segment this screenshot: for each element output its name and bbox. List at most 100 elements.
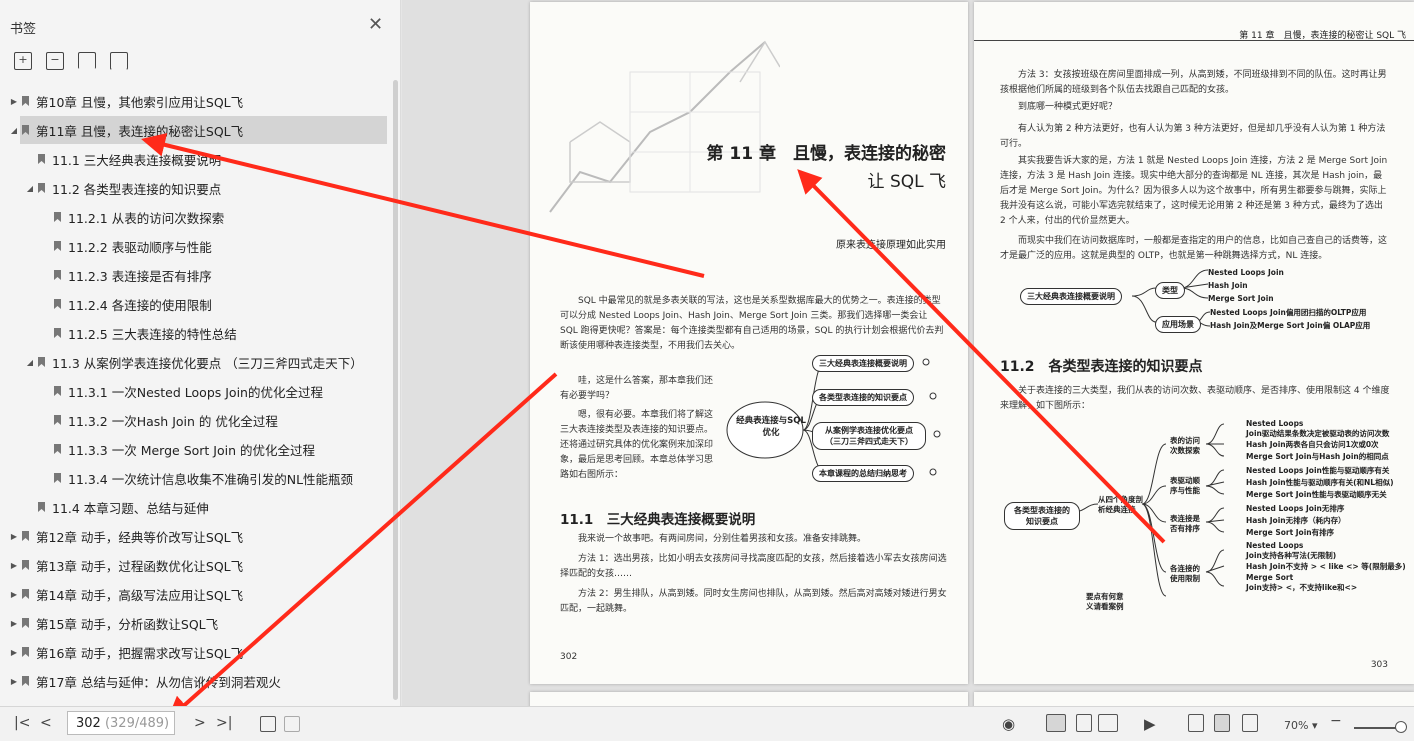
bookmark-item[interactable]: 11.3.4 一次统计信息收集不准确引发的NL性能瓶颈 — [0, 464, 390, 492]
section-11-2-intro: 关于表连接的三大类型，我们从表的访问次数、表驱动顺序、是否排序、使用限制这 4 … — [1000, 386, 1390, 411]
expand-toggle-icon[interactable]: ◢ — [26, 358, 34, 367]
bookmark-item[interactable]: 11.2.2 表驱动顺序与性能 — [0, 232, 390, 260]
mindmap-2-leaf: Join支持各种写法(无限制) — [1246, 551, 1337, 560]
play-icon[interactable]: ▶ — [1144, 715, 1156, 733]
bookmark-panel: 书签 ✕ + − ▶ 第10章 且慢，其他索引应用让SQL飞 ◢ 第11章 且慢，表连… — [0, 0, 401, 706]
mindmap-node-4: 本章课程的总结归纳思考 — [812, 465, 914, 482]
eye-icon[interactable]: ◉ — [1002, 715, 1015, 733]
bookmark-plus-icon[interactable] — [78, 52, 96, 69]
mindmap-node-2: 各类型表连接的知识要点 — [812, 389, 914, 406]
fit-page-icon[interactable] — [1214, 714, 1230, 732]
bookmark-item[interactable]: ▶ 第10章 且慢，其他索引应用让SQL飞 — [0, 87, 390, 115]
mindmap-1-type-hash: Hash Join — [1208, 281, 1248, 290]
expand-toggle-icon[interactable]: ▶ — [10, 97, 18, 106]
bookmark-item[interactable]: ▶ 第15章 动手，分析函数让SQL飞 — [0, 609, 390, 637]
intro-paragraph-3: 嗯，很有必要。本章我们将了解这三大表连接类型及表连接的知识要点。还将通过研究具体… — [560, 410, 714, 480]
page-number-left: 302 — [560, 652, 578, 662]
bookmark-item[interactable]: ▶ 第12章 动手，经典等价改写让SQL飞 — [0, 522, 390, 550]
section-paragraph-2: 方法 1：选出男孩，比如小明去女孩房间寻找高度匹配的女孩，然后接着选小军去女孩房… — [560, 554, 947, 579]
bookmark-label: 11.4 本章习题、总结与延伸 — [52, 500, 209, 516]
expand-toggle-icon[interactable]: ▶ — [10, 677, 18, 686]
fit-width-icon[interactable] — [1242, 714, 1258, 732]
bookmark-scrollbar[interactable] — [393, 80, 398, 700]
last-page-icon[interactable]: >| — [216, 715, 232, 731]
chapter-title-line1: 第 11 章 且慢，表连接的秘密 — [706, 144, 947, 164]
bookmark-item[interactable]: 11.2.3 表连接是否有排序 — [0, 261, 390, 289]
mindmap-node-1: 三大经典表连接概要说明 — [812, 355, 914, 372]
mindmap-2-leaf: Merge Sort Join性能与表驱动顺序无关 — [1246, 490, 1387, 499]
zoom-level[interactable]: 70% ▾ — [1284, 719, 1317, 732]
bookmark-icon — [22, 589, 29, 599]
chapter-subtitle: 原来表连接原理如此实用 — [836, 240, 946, 251]
expand-toggle-icon[interactable]: ◢ — [26, 184, 34, 193]
paragraph-opinions: 有人认为第 2 种方法更好，也有人认为第 3 种方法更好，但是却几乎没有人认为第… — [1000, 124, 1386, 149]
zoom-slider-knob[interactable] — [1395, 721, 1407, 733]
expand-toggle-icon[interactable]: ▶ — [10, 590, 18, 599]
chapter-title: 第 11 章 且慢，表连接的秘密 让 SQL 飞 — [707, 140, 947, 196]
mindmap-1-type-merge: Merge Sort Join — [1208, 294, 1274, 303]
bookmark-item[interactable]: ◢ 第11章 且慢，表连接的秘密让SQL飞 — [0, 116, 390, 144]
rotate-right-icon[interactable] — [284, 716, 300, 732]
expand-toggle-icon[interactable]: ▶ — [10, 532, 18, 541]
paragraph-method-3: 方法 3：女孩按班级在房间里面排成一列，从高到矮，不同班级排到不同的队伍。这时再… — [1000, 70, 1387, 95]
bookmark-icon — [54, 444, 61, 454]
bookmark-item[interactable]: ▶ 第14章 动手，高级写法应用让SQL飞 — [0, 580, 390, 608]
document-viewer[interactable]: 第 11 章 且慢，表连接的秘密 让 SQL 飞 原来表连接原理如此实用 SQL… — [402, 0, 1414, 706]
bookmark-icon — [38, 357, 45, 367]
prev-page-icon[interactable]: < — [40, 715, 52, 731]
chapter-illustration — [549, 40, 780, 213]
bookmark-icon — [38, 154, 45, 164]
mindmap-2-leaf: Merge Sort Join与Hash Join的相同点 — [1246, 452, 1389, 461]
bookmark-label: 11.2.5 三大表连接的特性总结 — [68, 326, 237, 342]
bookmark-label: 11.2.2 表驱动顺序与性能 — [68, 239, 212, 255]
expand-toggle-icon[interactable]: ▶ — [10, 619, 18, 628]
page-302: 第 11 章 且慢，表连接的秘密 让 SQL 飞 原来表连接原理如此实用 SQL… — [530, 2, 968, 684]
bookmark-icon[interactable] — [110, 52, 128, 70]
continuous-icon[interactable] — [1076, 714, 1092, 732]
bookmark-item[interactable]: ▶ 第17章 总结与延伸：从勿信讹传到洞若观火 — [0, 667, 390, 695]
running-head-rule — [974, 40, 1414, 41]
zoom-out-icon[interactable]: − — [1330, 713, 1342, 729]
bookmark-panel-title: 书签 — [10, 22, 37, 37]
next-page-left-edge — [530, 692, 968, 706]
mindmap-1-scene-olap: Hash Join及Merge Sort Join偏 OLAP应用 — [1210, 321, 1371, 330]
remove-bookmark-icon[interactable]: − — [46, 52, 64, 70]
bookmark-icon — [38, 502, 45, 512]
bookmark-item[interactable]: 11.3.1 一次Nested Loops Join的优化全过程 — [0, 377, 390, 405]
bookmark-item[interactable]: ◢ 11.3 从案例学表连接优化要点 （三刀三斧四式走天下） — [0, 348, 390, 376]
intro-paragraph-1: SQL 中最常见的就是多表关联的写法，这也是关系型数据库最大的优势之一。表连接的… — [560, 296, 944, 351]
next-page-icon[interactable]: > — [194, 715, 206, 731]
mindmap-2-leaf: Nested Loops Join性能与驱动顺序有关 — [1246, 466, 1390, 475]
mindmap-2-leaf: Nested Loops — [1246, 419, 1304, 428]
bookmark-item[interactable]: 11.2.5 三大表连接的特性总结 — [0, 319, 390, 347]
single-page-icon[interactable] — [1046, 714, 1066, 732]
two-page-icon[interactable] — [1098, 714, 1118, 732]
actual-size-icon[interactable] — [1188, 714, 1204, 732]
bookmark-label: 第12章 动手，经典等价改写让SQL飞 — [36, 529, 244, 545]
mindmap-2-branch-2: 表驱动顺序与性能 — [1170, 476, 1200, 495]
bookmark-item[interactable]: ▶ 第16章 动手，把握需求改写让SQL飞 — [0, 638, 390, 666]
mindmap-2-root: 各类型表连接的知识要点 — [1004, 502, 1080, 530]
page-number-input[interactable]: 302 (329/489) — [67, 711, 175, 735]
add-bookmark-icon[interactable]: + — [14, 52, 32, 70]
bookmark-item[interactable]: 11.3.3 一次 Merge Sort Join 的优化全过程 — [0, 435, 390, 463]
zoom-value: 70% — [1284, 719, 1309, 732]
expand-toggle-icon[interactable]: ▶ — [10, 561, 18, 570]
bookmark-item[interactable]: 11.3.2 一次Hash Join 的 优化全过程 — [0, 406, 390, 434]
mindmap-1-scene-oltp: Nested Loops Join偏用团扫描的OLTP应用 — [1210, 308, 1367, 317]
mindmap-2-branch-4: 各连接的使用限制 — [1170, 564, 1200, 583]
expand-toggle-icon[interactable]: ◢ — [10, 126, 18, 135]
bookmark-toolbar: + − — [14, 52, 128, 70]
page-number-right: 303 — [1370, 660, 1388, 670]
rotate-left-icon[interactable] — [260, 716, 276, 732]
bookmark-item[interactable]: 11.2.4 各连接的使用限制 — [0, 290, 390, 318]
bookmark-item[interactable]: 11.1 三大经典表连接概要说明 — [0, 145, 390, 173]
bookmark-item[interactable]: ▶ 第13章 动手，过程函数优化让SQL飞 — [0, 551, 390, 579]
bookmark-item[interactable]: 11.4 本章习题、总结与延伸 — [0, 493, 390, 521]
first-page-icon[interactable]: |< — [14, 715, 30, 731]
bookmark-item[interactable]: ◢ 11.2 各类型表连接的知识要点 — [0, 174, 390, 202]
expand-toggle-icon[interactable]: ▶ — [10, 648, 18, 657]
close-icon[interactable]: ✕ — [368, 14, 383, 35]
paragraph-oltp: 而现实中我们在访问数据库时，一般都是查指定的用户的信息，比如自己查自己的话费等，… — [1000, 236, 1388, 261]
bookmark-item[interactable]: 11.2.1 从表的访问次数探索 — [0, 203, 390, 231]
